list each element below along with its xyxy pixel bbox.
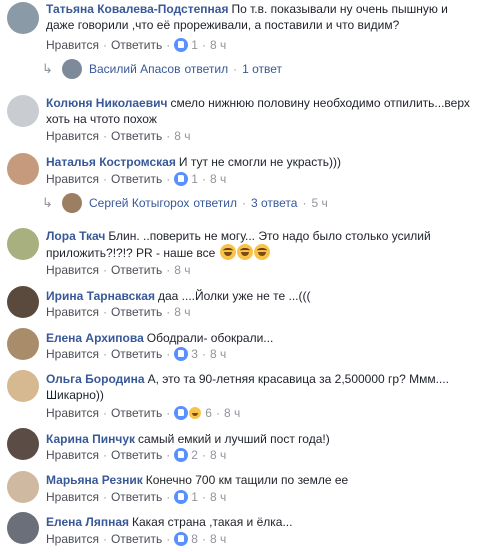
avatar[interactable] <box>7 471 39 503</box>
comment-time[interactable]: 8 ч <box>174 262 190 278</box>
comment-author[interactable]: Татьяна Ковалева-Подстепная <box>46 2 228 16</box>
reply-count[interactable]: 1 ответ <box>242 59 282 79</box>
comment-text: Ободрали- обокрали... <box>146 331 274 345</box>
like-button[interactable]: Нравится <box>46 262 99 278</box>
comment-author[interactable]: Колюня Николаевич <box>46 96 167 110</box>
avatar[interactable] <box>7 370 39 402</box>
haha-reaction-icon[interactable] <box>188 406 203 420</box>
reply-avatar <box>62 59 82 79</box>
avatar[interactable] <box>7 153 39 185</box>
like-reaction-icon[interactable] <box>174 490 189 504</box>
like-button[interactable]: Нравится <box>46 171 99 187</box>
comment-author[interactable]: Елена Ляпная <box>46 515 129 529</box>
comment-text: самый емкий и лучший пост года!) <box>138 432 330 446</box>
comment-text: И тут не смогли не украсть))) <box>178 155 341 169</box>
comment-text-block: Татьяна Ковалева-Подстепная По т.в. показ… <box>46 1 475 33</box>
comment-time[interactable]: 8 ч <box>210 489 226 505</box>
avatar[interactable] <box>7 286 39 318</box>
reply-button[interactable]: Ответить <box>111 346 162 362</box>
reply-button[interactable]: Ответить <box>111 531 162 547</box>
like-reaction-icon[interactable] <box>174 448 189 462</box>
comment-time[interactable]: 8 ч <box>210 171 226 187</box>
comment-time[interactable]: 8 ч <box>210 37 226 53</box>
comment-text: Какая страна ,такая и ёлка... <box>132 515 293 529</box>
reply-button[interactable]: Ответить <box>111 304 162 320</box>
reply-button[interactable]: Ответить <box>111 37 162 53</box>
comment-actions: Нравится · Ответить · 8 ч <box>46 262 191 278</box>
comment-actions: Нравится · Ответить · 8 ч <box>46 304 191 320</box>
like-reaction-icon[interactable] <box>174 347 189 361</box>
reply-button[interactable]: Ответить <box>111 262 162 278</box>
avatar[interactable] <box>7 428 39 460</box>
reply-button[interactable]: Ответить <box>111 405 162 421</box>
like-reaction-icon[interactable] <box>174 532 189 546</box>
comment-time[interactable]: 8 ч <box>210 346 226 362</box>
like-button[interactable]: Нравится <box>46 346 99 362</box>
avatar[interactable] <box>7 512 39 544</box>
comment-text: Конечно 700 км тащили по земле ее <box>145 473 349 487</box>
reply-author[interactable]: Сергей Котыгорох <box>89 193 189 213</box>
reply-button[interactable]: Ответить <box>111 489 162 505</box>
comment-time[interactable]: 8 ч <box>210 531 226 547</box>
like-count[interactable]: 6 <box>205 405 212 421</box>
avatar[interactable] <box>7 2 39 34</box>
comment-author[interactable]: Наталья Костромская <box>46 155 176 169</box>
reply-avatar <box>62 193 82 213</box>
comment-time[interactable]: 8 ч <box>174 128 190 144</box>
avatar[interactable] <box>7 95 39 127</box>
comment-author[interactable]: Ольга Бородина <box>46 372 145 386</box>
like-count[interactable]: 2 <box>191 447 198 463</box>
like-button[interactable]: Нравится <box>46 37 99 53</box>
like-count[interactable]: 1 <box>191 171 198 187</box>
laughing-emoji-icon <box>253 244 270 260</box>
comment-author[interactable]: Лора Ткач <box>46 229 105 243</box>
replies-link[interactable]: ↳ Василий Апасов ответил · 1 ответ <box>42 59 282 79</box>
like-button[interactable]: Нравится <box>46 405 99 421</box>
like-count[interactable]: 1 <box>191 37 198 53</box>
like-reaction-icon[interactable] <box>174 172 189 186</box>
comment-actions: Нравится · Ответить · 8 ч <box>46 128 191 144</box>
reply-count[interactable]: 3 ответа <box>251 193 297 213</box>
reply-button[interactable]: Ответить <box>111 171 162 187</box>
laughing-emoji-icon <box>236 244 253 260</box>
like-button[interactable]: Нравится <box>46 447 99 463</box>
comment-author[interactable]: Ирина Тарнавская <box>46 289 155 303</box>
like-button[interactable]: Нравится <box>46 489 99 505</box>
like-count[interactable]: 1 <box>191 489 198 505</box>
reply-arrow-icon: ↳ <box>42 195 53 210</box>
avatar[interactable] <box>7 328 39 360</box>
comment-author[interactable]: Елена Архипова <box>46 331 144 345</box>
comment-actions: Нравится · Ответить · 1 · 8 ч <box>46 489 227 505</box>
like-button[interactable]: Нравится <box>46 304 99 320</box>
comment-actions: Нравится · Ответить · 1 · 8 ч <box>46 171 227 187</box>
like-count[interactable]: 8 <box>191 531 198 547</box>
comment-author[interactable]: Марьяна Резник <box>46 473 143 487</box>
like-button[interactable]: Нравится <box>46 128 99 144</box>
comment-time[interactable]: 8 ч <box>174 304 190 320</box>
like-reaction-icon[interactable] <box>174 406 189 420</box>
comment-actions: Нравится · Ответить · 3 · 8 ч <box>46 346 227 362</box>
like-count[interactable]: 3 <box>191 346 198 362</box>
replies-link[interactable]: ↳ Сергей Котыгорох ответил · 3 ответа · 5… <box>42 193 328 213</box>
like-reaction-icon[interactable] <box>174 38 189 52</box>
comment-actions: Нравится · Ответить · 2 · 8 ч <box>46 447 227 463</box>
comment-author[interactable]: Карина Пинчук <box>46 432 135 446</box>
comment-actions: Нравится · Ответить · 8 · 8 ч <box>46 531 227 547</box>
comment-text: даа ....Йолки уже не те ...((( <box>157 289 311 303</box>
reply-author[interactable]: Василий Апасов <box>89 59 180 79</box>
reply-time[interactable]: 5 ч <box>311 193 327 213</box>
like-button[interactable]: Нравится <box>46 531 99 547</box>
comment-actions: Нравится · Ответить · 6 · 8 ч <box>46 405 241 421</box>
comment-time[interactable]: 8 ч <box>210 447 226 463</box>
laughing-emoji-icon <box>219 244 236 260</box>
reply-button[interactable]: Ответить <box>111 447 162 463</box>
reply-arrow-icon: ↳ <box>42 61 53 76</box>
comment-time[interactable]: 8 ч <box>224 405 240 421</box>
reply-button[interactable]: Ответить <box>111 128 162 144</box>
avatar[interactable] <box>7 228 39 260</box>
comment-actions: Нравится · Ответить · 1 · 8 ч <box>46 37 227 53</box>
